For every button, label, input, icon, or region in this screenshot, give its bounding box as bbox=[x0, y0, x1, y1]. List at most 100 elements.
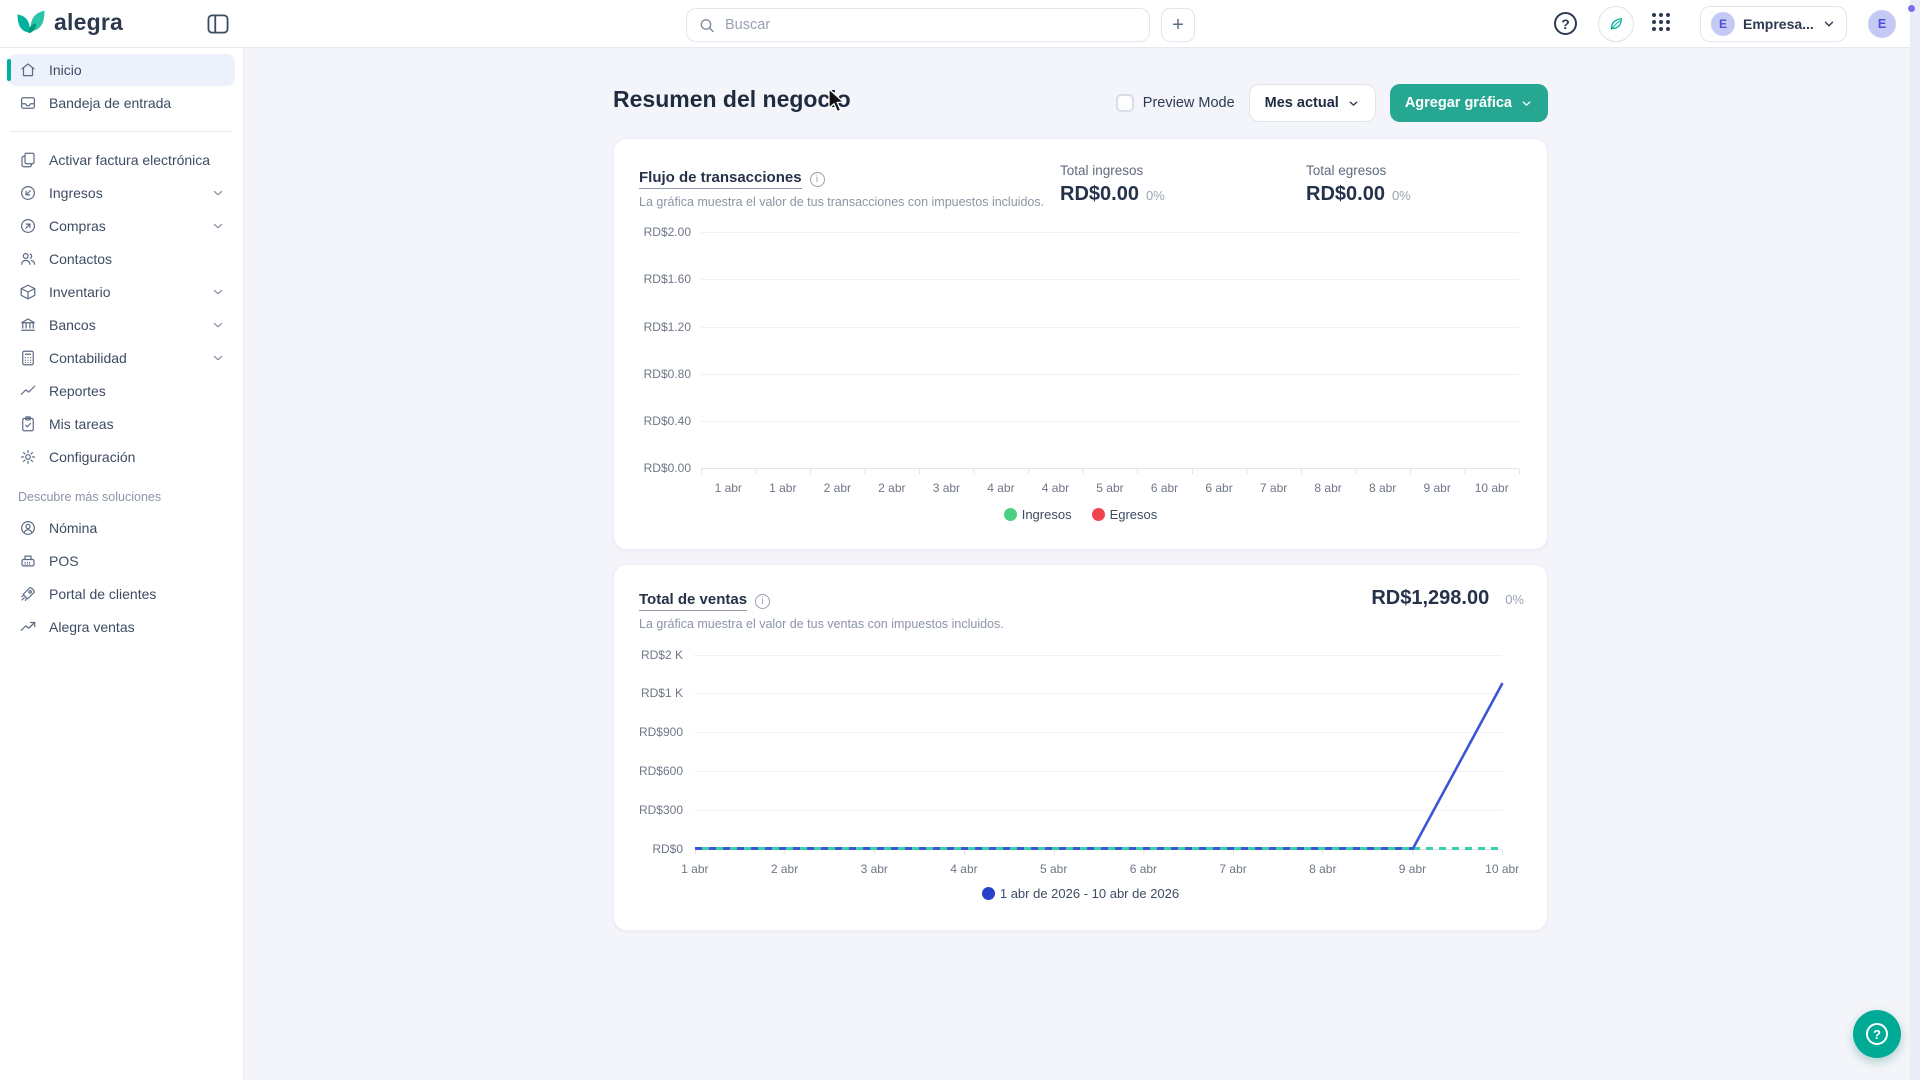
sidebar-item-alegra-ventas[interactable]: Alegra ventas bbox=[8, 611, 235, 643]
tasks-clipboard-icon bbox=[18, 415, 37, 434]
sidebar-item-bandeja[interactable]: Bandeja de entrada bbox=[8, 87, 235, 119]
help-icon[interactable]: ? bbox=[1554, 12, 1577, 35]
chevron-down-icon bbox=[1347, 97, 1360, 110]
calculator-icon bbox=[18, 349, 37, 368]
sidebar-item-compras[interactable]: Compras bbox=[8, 210, 235, 242]
sidebar-item-label: Bancos bbox=[49, 317, 96, 333]
alegra-logo[interactable]: alegra bbox=[16, 9, 123, 36]
top-bar: alegra + ? E Empresa... E bbox=[0, 0, 1920, 48]
trending-up-icon bbox=[18, 618, 37, 637]
preview-mode-toggle[interactable]: Preview Mode bbox=[1116, 94, 1235, 112]
notification-dot bbox=[1908, 5, 1915, 12]
chevron-down-icon bbox=[211, 285, 225, 299]
sidebar-item-bancos[interactable]: Bancos bbox=[8, 309, 235, 341]
search-bar[interactable] bbox=[686, 8, 1150, 42]
alegra-leaf-icon bbox=[16, 9, 46, 36]
sidebar-item-contabilidad[interactable]: Contabilidad bbox=[8, 342, 235, 374]
sustainability-leaf-icon[interactable] bbox=[1598, 6, 1634, 42]
gear-icon bbox=[18, 448, 37, 467]
y-tick: RD$0.00 bbox=[644, 461, 691, 475]
sidebar-item-label: Activar factura electrónica bbox=[49, 152, 210, 168]
home-icon bbox=[18, 61, 37, 80]
company-name: Empresa... bbox=[1743, 16, 1814, 32]
sidebar-item-label: POS bbox=[49, 553, 79, 569]
total-egresos-label: Total egresos bbox=[1306, 163, 1411, 178]
expense-arrow-icon bbox=[18, 217, 37, 236]
legend-item-egresos[interactable]: Egresos bbox=[1092, 507, 1158, 522]
sidebar-collapse-icon[interactable] bbox=[206, 12, 230, 36]
legend-item-date-range[interactable]: 1 abr de 2026 - 10 abr de 2026 bbox=[982, 886, 1179, 901]
page-scrollbar[interactable] bbox=[1910, 0, 1920, 1080]
sidebar-item-inicio[interactable]: Inicio bbox=[8, 54, 235, 86]
legend-item-ingresos[interactable]: Ingresos bbox=[1004, 507, 1072, 522]
gridline bbox=[701, 232, 1519, 233]
search-input[interactable] bbox=[725, 17, 1137, 33]
chevron-down-icon bbox=[1822, 17, 1836, 31]
sidebar-item-configuracion[interactable]: Configuración bbox=[8, 441, 235, 473]
add-chart-button[interactable]: Agregar gráfica bbox=[1390, 84, 1548, 122]
brand-name: alegra bbox=[54, 9, 123, 36]
search-icon bbox=[699, 17, 715, 34]
bank-icon bbox=[18, 316, 37, 335]
y-tick: RD$0.80 bbox=[644, 367, 691, 381]
sidebar-item-label: Nómina bbox=[49, 520, 97, 536]
sidebar-item-reportes[interactable]: Reportes bbox=[8, 375, 235, 407]
main-area: Resumen del negocio Preview Mode Mes act… bbox=[244, 48, 1920, 1080]
sidebar-section-label: Descubre más soluciones bbox=[0, 474, 243, 512]
sidebar-item-factura-electronica[interactable]: Activar factura electrónica bbox=[8, 144, 235, 176]
sidebar-item-label: Ingresos bbox=[49, 185, 103, 201]
legend-dot-red bbox=[1092, 508, 1105, 521]
chevron-down-icon bbox=[1520, 97, 1533, 110]
chart-legend: Ingresos Egresos bbox=[614, 507, 1547, 522]
cash-register-icon bbox=[18, 552, 37, 571]
card-title: Flujo de transacciones bbox=[639, 169, 802, 189]
floating-help-button[interactable]: ? bbox=[1853, 1010, 1901, 1058]
total-ingresos-percent: 0% bbox=[1146, 188, 1165, 203]
chevron-down-icon bbox=[211, 219, 225, 233]
transactions-flow-card: Flujo de transacciones i La gráfica mues… bbox=[613, 138, 1548, 550]
company-selector[interactable]: E Empresa... bbox=[1700, 6, 1847, 42]
total-sales-card: Total de ventas i La gráfica muestra el … bbox=[613, 564, 1548, 931]
sidebar-item-contactos[interactable]: Contactos bbox=[8, 243, 235, 275]
sidebar-item-portal-clientes[interactable]: Portal de clientes bbox=[8, 578, 235, 610]
income-arrow-icon bbox=[18, 184, 37, 203]
box-icon bbox=[18, 283, 37, 302]
card-subtitle: La gráfica muestra el valor de tus trans… bbox=[639, 195, 1044, 209]
x-axis-labels: 1 abr2 abr 3 abr4 abr 5 abr6 abr 7 abr8 … bbox=[650, 862, 1547, 876]
total-ingresos-label: Total ingresos bbox=[1060, 163, 1165, 178]
apps-grid-icon[interactable] bbox=[1652, 13, 1672, 33]
sidebar-item-label: Bandeja de entrada bbox=[49, 95, 171, 111]
y-tick: RD$2.00 bbox=[644, 225, 691, 239]
sidebar-item-pos[interactable]: POS bbox=[8, 545, 235, 577]
add-chart-label: Agregar gráfica bbox=[1405, 95, 1512, 111]
period-selector-button[interactable]: Mes actual bbox=[1249, 84, 1376, 122]
user-avatar[interactable]: E bbox=[1868, 10, 1896, 38]
sales-line-rise bbox=[614, 565, 1549, 932]
info-icon[interactable]: i bbox=[810, 172, 825, 187]
inbox-icon bbox=[18, 94, 37, 113]
contacts-icon bbox=[18, 250, 37, 269]
chevron-down-icon bbox=[211, 186, 225, 200]
gridline bbox=[701, 279, 1519, 280]
sidebar-item-inventario[interactable]: Inventario bbox=[8, 276, 235, 308]
y-tick: RD$1.60 bbox=[644, 272, 691, 286]
quick-create-button[interactable]: + bbox=[1161, 8, 1195, 42]
y-tick: RD$1.20 bbox=[644, 320, 691, 334]
x-axis-ticks bbox=[701, 469, 1520, 474]
period-selector-value: Mes actual bbox=[1265, 95, 1339, 111]
legend-dot-blue bbox=[982, 887, 995, 900]
gridline bbox=[701, 374, 1519, 375]
payroll-person-icon bbox=[18, 519, 37, 538]
sidebar-item-label: Portal de clientes bbox=[49, 586, 156, 602]
question-mark-icon: ? bbox=[1866, 1023, 1888, 1045]
sidebar-item-nomina[interactable]: Nómina bbox=[8, 512, 235, 544]
gridline bbox=[701, 421, 1519, 422]
sidebar-item-label: Inventario bbox=[49, 284, 110, 300]
sidebar-item-label: Contabilidad bbox=[49, 350, 127, 366]
chevron-down-icon bbox=[211, 318, 225, 332]
report-chart-icon bbox=[18, 382, 37, 401]
sidebar-item-ingresos[interactable]: Ingresos bbox=[8, 177, 235, 209]
preview-mode-checkbox[interactable] bbox=[1116, 94, 1134, 112]
sidebar-item-label: Compras bbox=[49, 218, 106, 234]
sidebar-item-mis-tareas[interactable]: Mis tareas bbox=[8, 408, 235, 440]
